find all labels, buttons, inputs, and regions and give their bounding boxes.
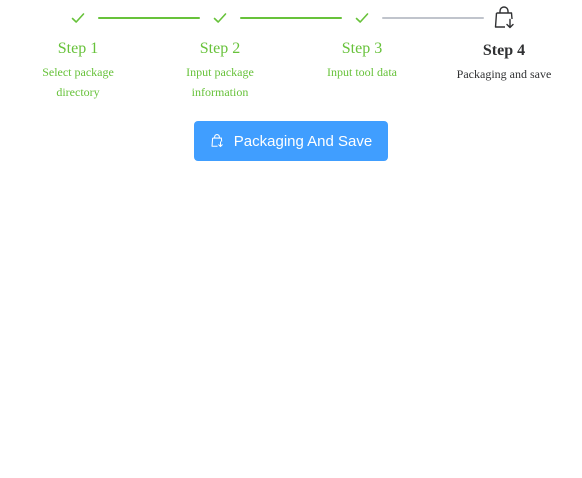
packaging-and-save-label: Packaging And Save — [233, 132, 373, 150]
step-title: Step 3 — [341, 40, 383, 57]
step-2: Step 2 Input package information — [165, 0, 275, 102]
steps-progress: Step 1 Select package directory Step 2 I… — [0, 0, 582, 110]
step-title: Step 2 — [199, 40, 241, 57]
step-4: Step 4 Packaging and save — [449, 0, 559, 84]
step-description: Input tool data — [327, 65, 397, 79]
step-description: Packaging and save — [456, 67, 552, 81]
step-1: Step 1 Select package directory — [23, 0, 133, 102]
step-title: Step 1 — [57, 40, 99, 57]
check-icon — [307, 0, 417, 36]
step-3: Step 3 Input tool data — [307, 0, 417, 82]
step-title: Step 4 — [482, 42, 526, 59]
step-description: Input package information — [186, 65, 254, 99]
shopping-bag-download-icon — [210, 134, 224, 148]
shopping-bag-download-icon — [449, 0, 559, 36]
check-icon — [23, 0, 133, 36]
check-icon — [165, 0, 275, 36]
step-description: Select package directory — [42, 65, 114, 99]
packaging-and-save-button[interactable]: Packaging And Save — [194, 121, 388, 161]
